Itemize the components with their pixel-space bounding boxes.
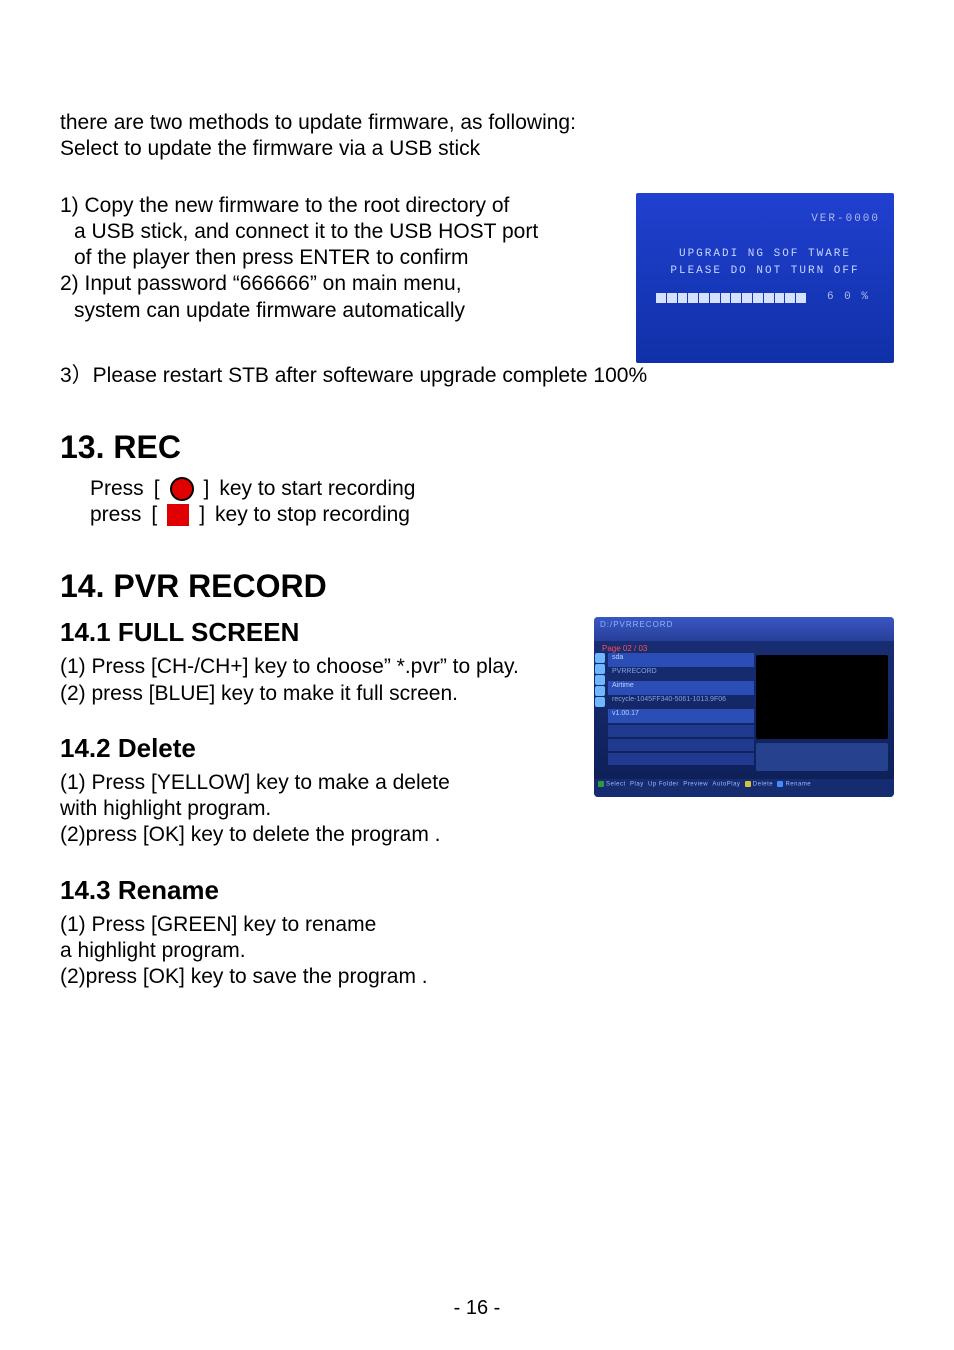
pvr-preview <box>756 655 888 771</box>
heading-14-3: 14.3 Rename <box>60 875 574 906</box>
pvr-preview-video <box>756 655 888 739</box>
record-icon <box>170 477 194 501</box>
footer-rename: Rename <box>785 782 811 788</box>
press-label-2: press <box>90 502 141 528</box>
intro-line-1: there are two methods to update firmware… <box>60 110 894 136</box>
upgrade-percent: 6 0 % <box>827 291 870 303</box>
firmware-steps: 1) Copy the new firmware to the root dir… <box>60 193 616 324</box>
upgrade-progress-bar <box>656 293 806 303</box>
pvr-preview-info <box>756 743 888 771</box>
pvr-page-label: Page 02 / 03 <box>594 641 894 653</box>
footer-select: Select <box>606 782 626 788</box>
s142-l1: (1) Press [YELLOW] key to make a delete <box>60 770 574 796</box>
intro-line-2: Select to update the firmware via a USB … <box>60 136 894 162</box>
list-item: Airtime <box>608 681 754 695</box>
step-2b: system can update firmware automatically <box>60 298 616 324</box>
step-3: 3）Please restart STB after softeware upg… <box>60 363 894 389</box>
upgrade-line-2: PLEASE DO NOT TURN OFF <box>636 265 894 277</box>
firmware-intro: there are two methods to update firmware… <box>60 110 894 163</box>
figure-upgrade-screen: VER-0000 UPGRADI NG SOF TWARE PLEASE DO … <box>636 193 894 363</box>
rec-block: Press [ ] key to start recording press [… <box>60 476 894 529</box>
list-item: PVRRECORD <box>608 667 754 681</box>
s143-l2: a highlight program. <box>60 938 574 964</box>
step-1b: a USB stick, and connect it to the USB H… <box>60 219 616 245</box>
heading-14-1: 14.1 FULL SCREEN <box>60 617 574 648</box>
figure-pvr-screen: D:/PVRRECORD Page 02 / 03 sda PVRRECORD … <box>594 617 894 797</box>
lbracket-2: [ <box>151 502 157 528</box>
heading-14-2: 14.2 Delete <box>60 733 574 764</box>
heading-rec: 13. REC <box>60 429 894 466</box>
pvr-file-list: sda PVRRECORD Airtime recycle-1045FF340-… <box>594 653 754 773</box>
step-2a: 2) Input password “666666” on main menu, <box>60 271 616 297</box>
list-item <box>608 725 754 737</box>
step-1c: of the player then press ENTER to confir… <box>60 245 616 271</box>
footer-delete: Delete <box>753 782 773 788</box>
s142-l2: with highlight program. <box>60 796 574 822</box>
lbracket: [ <box>154 476 160 502</box>
heading-pvr: 14. PVR RECORD <box>60 568 894 605</box>
list-item: sda <box>608 653 754 667</box>
footer-preview: Preview <box>683 782 708 788</box>
footer-autoplay: AutoPlay <box>712 782 740 788</box>
s141-l2: (2) press [BLUE] key to make it full scr… <box>60 681 574 707</box>
list-item <box>608 739 754 751</box>
list-item: recycle-1045FF340-5061-1013.9F06 <box>608 695 754 709</box>
step-1a: 1) Copy the new firmware to the root dir… <box>60 193 616 219</box>
s143-l3: (2)press [OK] key to save the program . <box>60 964 574 990</box>
footer-play: Play <box>630 782 644 788</box>
s143-l1: (1) Press [GREEN] key to rename <box>60 912 574 938</box>
s141-l1: (1) Press [CH-/CH+] key to choose” *.pvr… <box>60 654 574 680</box>
s142-l3: (2)press [OK] key to delete the program … <box>60 822 574 848</box>
rbracket-2: ] <box>199 502 205 528</box>
upgrade-line-1: UPGRADI NG SOF TWARE <box>636 248 894 260</box>
list-item: v1.00.17 <box>608 709 754 723</box>
pvr-footer: Select Play Up Folder Preview AutoPlay D… <box>594 779 894 797</box>
pvr-title: D:/PVRRECORD <box>594 617 894 641</box>
upgrade-version: VER-0000 <box>811 213 880 225</box>
footer-upfolder: Up Folder <box>648 782 679 788</box>
list-item <box>608 753 754 765</box>
stop-icon <box>167 504 189 526</box>
rbracket: ] <box>204 476 210 502</box>
rec-start-text: key to start recording <box>219 476 415 502</box>
page-number: - 16 - <box>0 1297 954 1320</box>
press-label: Press <box>90 476 144 502</box>
rec-stop-text: key to stop recording <box>215 502 410 528</box>
